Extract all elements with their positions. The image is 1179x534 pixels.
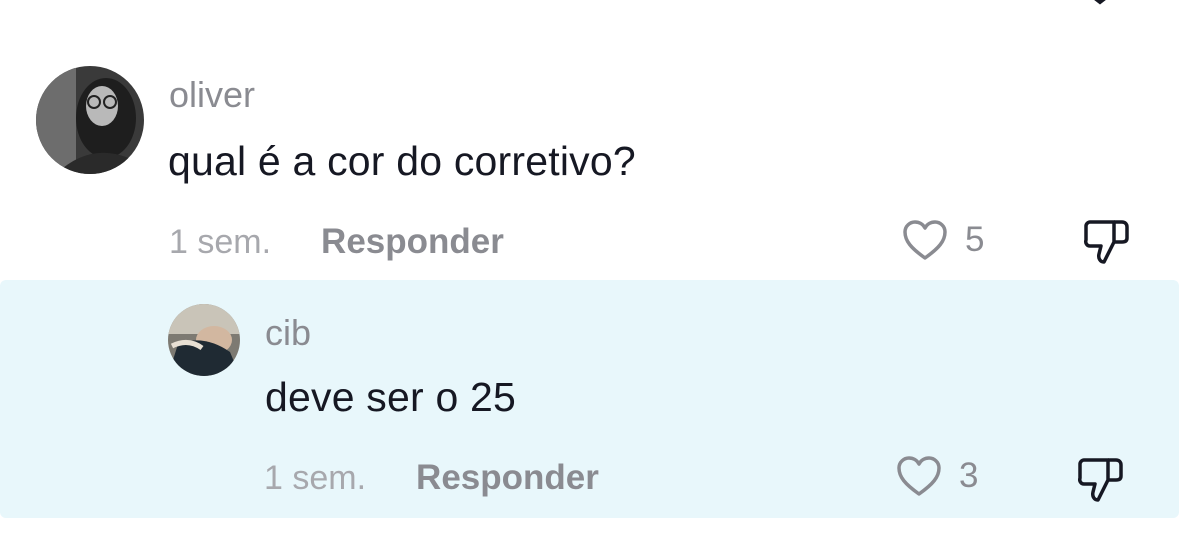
comment-text: qual é a cor do corretivo? [168,138,636,184]
comment-text: deve ser o 25 [265,374,517,420]
like-count: 5 [965,220,985,259]
like-count: 3 [959,456,979,495]
thumbs-down-icon [1080,216,1132,266]
dislike-button[interactable] [1074,454,1126,504]
reply-button[interactable]: Responder [321,222,504,262]
comment-meta: 1 sem. Responder [169,222,504,262]
thumbs-down-icon [1074,454,1126,504]
dislike-button[interactable] [1080,216,1132,266]
comment-username[interactable]: oliver [169,74,255,116]
heart-outline-icon [895,454,943,498]
comment-username[interactable]: cib [265,312,311,354]
like-button[interactable]: 3 [895,454,978,498]
comment-timestamp: 1 sem. [169,222,272,261]
avatar[interactable] [36,66,144,174]
reply-button[interactable]: Responder [416,458,599,498]
reply-comment: cib deve ser o 25 1 sem. Responder 3 [0,280,1179,518]
comment-timestamp: 1 sem. [264,458,367,497]
avatar[interactable] [168,304,240,376]
comment: oliver qual é a cor do corretivo? 1 sem.… [0,60,1179,275]
comment-meta: 1 sem. Responder [264,458,599,498]
heart-outline-icon [901,218,949,262]
close-icon[interactable] [1078,0,1122,6]
comments-panel: oliver qual é a cor do corretivo? 1 sem.… [0,0,1179,534]
like-button[interactable]: 5 [901,218,984,262]
